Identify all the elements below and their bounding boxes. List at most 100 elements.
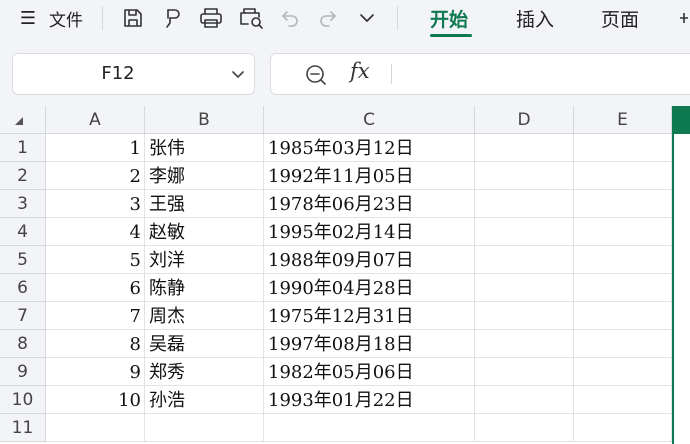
- row-header[interactable]: 7: [0, 302, 46, 330]
- cell-a6[interactable]: 6: [46, 274, 145, 302]
- cell-e4[interactable]: [574, 218, 672, 246]
- row-header[interactable]: 1: [0, 134, 46, 162]
- insert-function-button[interactable]: fx: [350, 59, 370, 83]
- cell-d6[interactable]: [475, 274, 574, 302]
- row-header[interactable]: 11: [0, 414, 46, 442]
- undo-icon[interactable]: [277, 0, 303, 36]
- cell-e8[interactable]: [574, 330, 672, 358]
- chevron-down-icon[interactable]: [231, 67, 245, 81]
- cell-e2[interactable]: [574, 162, 672, 190]
- cell-d2[interactable]: [475, 162, 574, 190]
- column-header-row: A B C D E: [0, 106, 690, 134]
- select-all-corner[interactable]: [0, 106, 46, 134]
- cell-e1[interactable]: [574, 134, 672, 162]
- cell-c11[interactable]: [264, 414, 475, 442]
- row-header[interactable]: 6: [0, 274, 46, 302]
- cell-b4[interactable]: 赵敏: [145, 218, 264, 246]
- name-box-value: F12: [101, 63, 135, 84]
- print-icon[interactable]: [197, 0, 225, 36]
- cell-d10[interactable]: [475, 386, 574, 414]
- row-header[interactable]: 8: [0, 330, 46, 358]
- cell-c3[interactable]: 1978年06月23日: [264, 190, 475, 218]
- zoom-out-icon[interactable]: [304, 63, 328, 87]
- cell-b5[interactable]: 刘洋: [145, 246, 264, 274]
- cell-a4[interactable]: 4: [46, 218, 145, 246]
- cell-e7[interactable]: [574, 302, 672, 330]
- formula-bar[interactable]: fx: [270, 53, 690, 95]
- cell-d7[interactable]: [475, 302, 574, 330]
- cell-b10[interactable]: 孙浩: [145, 386, 264, 414]
- cell-d8[interactable]: [475, 330, 574, 358]
- top-toolbar: ☰ 文件 开始 插入 页面: [0, 0, 690, 40]
- cell-e11[interactable]: [574, 414, 672, 442]
- cell-c1[interactable]: 1985年03月12日: [264, 134, 475, 162]
- toolbar-divider: [102, 6, 103, 30]
- cell-b6[interactable]: 陈静: [145, 274, 264, 302]
- cell-a1[interactable]: 1: [46, 134, 145, 162]
- cell-c2[interactable]: 1992年11月05日: [264, 162, 475, 190]
- cell-e5[interactable]: [574, 246, 672, 274]
- selection-border: [672, 134, 674, 444]
- row-header[interactable]: 5: [0, 246, 46, 274]
- cell-c6[interactable]: 1990年04月28日: [264, 274, 475, 302]
- cell-d4[interactable]: [475, 218, 574, 246]
- cell-d3[interactable]: [475, 190, 574, 218]
- cell-b8[interactable]: 吴磊: [145, 330, 264, 358]
- spreadsheet-grid[interactable]: A B C D E 1 1 张伟 1985年03月12日 2 2 李娜 1992年11月05日…: [0, 106, 690, 444]
- tab-page[interactable]: 页面: [601, 0, 639, 36]
- cell-e3[interactable]: [574, 190, 672, 218]
- cell-a11[interactable]: [46, 414, 145, 442]
- cell-c4[interactable]: 1995年02月14日: [264, 218, 475, 246]
- cell-a5[interactable]: 5: [46, 246, 145, 274]
- row-header[interactable]: 3: [0, 190, 46, 218]
- cell-c8[interactable]: 1997年08月18日: [264, 330, 475, 358]
- cell-a3[interactable]: 3: [46, 190, 145, 218]
- cell-c7[interactable]: 1975年12月31日: [264, 302, 475, 330]
- redo-icon[interactable]: [315, 0, 341, 36]
- tabs-overflow-icon[interactable]: [678, 0, 690, 36]
- cell-a10[interactable]: 10: [46, 386, 145, 414]
- column-header-d[interactable]: D: [475, 106, 574, 133]
- cell-d9[interactable]: [475, 358, 574, 386]
- cell-b2[interactable]: 李娜: [145, 162, 264, 190]
- row-header[interactable]: 4: [0, 218, 46, 246]
- cell-c5[interactable]: 1988年09月07日: [264, 246, 475, 274]
- tab-home[interactable]: 开始: [430, 0, 468, 36]
- column-header-a[interactable]: A: [46, 106, 145, 133]
- toolbar-divider: [397, 6, 398, 30]
- cell-a2[interactable]: 2: [46, 162, 145, 190]
- file-menu[interactable]: 文件: [46, 0, 86, 36]
- cell-d11[interactable]: [475, 414, 574, 442]
- cell-b9[interactable]: 郑秀: [145, 358, 264, 386]
- column-header-c[interactable]: C: [264, 106, 475, 133]
- cell-b3[interactable]: 王强: [145, 190, 264, 218]
- cell-c10[interactable]: 1993年01月22日: [264, 386, 475, 414]
- tab-insert[interactable]: 插入: [516, 0, 554, 36]
- more-chevron-icon[interactable]: [355, 0, 379, 36]
- format-painter-icon[interactable]: [159, 0, 185, 36]
- cell-d5[interactable]: [475, 246, 574, 274]
- cell-b7[interactable]: 周杰: [145, 302, 264, 330]
- menu-icon[interactable]: ☰: [16, 0, 40, 36]
- row-header[interactable]: 2: [0, 162, 46, 190]
- active-tab-indicator: [430, 34, 472, 37]
- column-header-b[interactable]: B: [145, 106, 264, 133]
- print-preview-icon[interactable]: [237, 0, 265, 36]
- cell-e6[interactable]: [574, 274, 672, 302]
- selected-column-indicator: [672, 106, 690, 134]
- cell-a9[interactable]: 9: [46, 358, 145, 386]
- cell-b11[interactable]: [145, 414, 264, 442]
- select-all-icon: [15, 117, 23, 125]
- name-box[interactable]: F12: [12, 53, 255, 95]
- cell-d1[interactable]: [475, 134, 574, 162]
- row-header[interactable]: 10: [0, 386, 46, 414]
- cell-a7[interactable]: 7: [46, 302, 145, 330]
- cell-e9[interactable]: [574, 358, 672, 386]
- save-icon[interactable]: [120, 0, 146, 36]
- cell-e10[interactable]: [574, 386, 672, 414]
- cell-c9[interactable]: 1982年05月06日: [264, 358, 475, 386]
- cell-b1[interactable]: 张伟: [145, 134, 264, 162]
- row-header[interactable]: 9: [0, 358, 46, 386]
- column-header-e[interactable]: E: [574, 106, 672, 133]
- cell-a8[interactable]: 8: [46, 330, 145, 358]
